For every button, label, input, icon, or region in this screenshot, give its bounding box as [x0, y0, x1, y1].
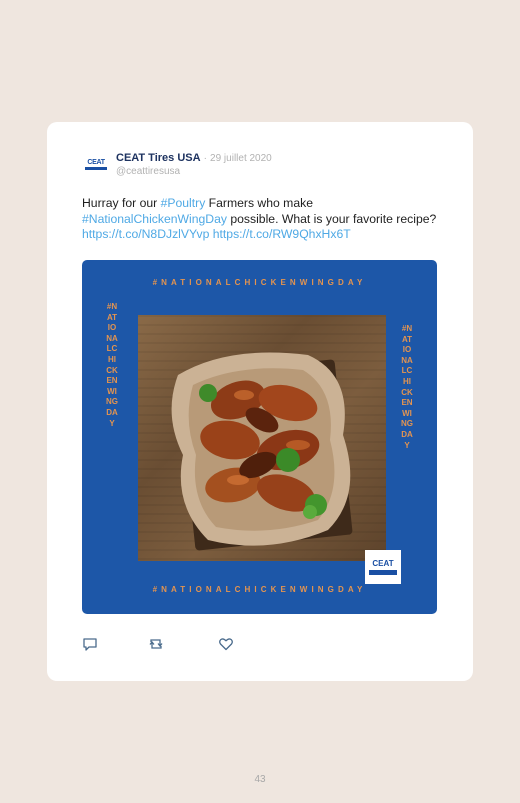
hashtag-poultry-link[interactable]: #Poultry [161, 196, 206, 210]
reply-icon-graphic [83, 638, 97, 651]
header-separator: · [203, 153, 207, 164]
avatar-logo-bar [85, 166, 107, 170]
tweet-header: CEAT Tires USA · 29 juillet 2020 [116, 152, 272, 164]
ceat-logo-badge-text: CEAT [372, 558, 394, 568]
tweet-text-part2: Farmers who make [205, 196, 313, 210]
tweet-date[interactable]: 29 juillet 2020 [210, 153, 272, 164]
ceat-logo-badge-bar [369, 569, 397, 575]
media-hashtag-bottom: #NATIONALCHICKENWINGDAY [152, 585, 367, 594]
tco-link-2[interactable]: https://t.co/RW9QhxHx6T [213, 227, 351, 241]
chicken-wings-illustration [171, 352, 353, 551]
author-handle[interactable]: @ceattiresusa [116, 166, 180, 177]
avatar-logo-text: CEAT [87, 158, 105, 166]
hashtag-nationalchickenwingday-link[interactable]: #NationalChickenWingDay [82, 212, 227, 226]
tco-link-1[interactable]: https://t.co/N8DJzlVYvp [82, 227, 209, 241]
tweet-text-part1: Hurray for our [82, 196, 161, 210]
heart-icon[interactable] [218, 636, 234, 652]
page-number: 43 [254, 774, 266, 785]
tweet-card: CEAT CEAT Tires USA · 29 juillet 2020 @c… [47, 122, 473, 681]
heart-icon-graphic [219, 638, 233, 651]
tweet-media-image[interactable]: #NATIONALCHICKENWINGDAY #NATIONALCHICKEN… [82, 260, 437, 614]
media-hashtag-left: #NATIONALCHICKENWINGDAY [106, 302, 118, 428]
tweet-text: Hurray for our #Poultry Farmers who make… [82, 196, 442, 243]
ceat-logo-badge: CEAT [365, 550, 401, 584]
author-name[interactable]: CEAT Tires USA [116, 152, 201, 164]
retweet-icon-graphic [149, 639, 163, 649]
retweet-icon[interactable] [148, 636, 164, 652]
tweet-text-part3: possible. What is your favorite recipe? [226, 211, 437, 226]
media-hashtag-right: #NATIONALCHICKENWINGDAY [401, 324, 413, 450]
tweet-actions [82, 636, 282, 652]
avatar[interactable]: CEAT [83, 154, 109, 174]
media-hashtag-top: #NATIONALCHICKENWINGDAY [152, 278, 367, 287]
chicken-wings-photo [138, 315, 386, 561]
reply-icon[interactable] [82, 636, 98, 652]
